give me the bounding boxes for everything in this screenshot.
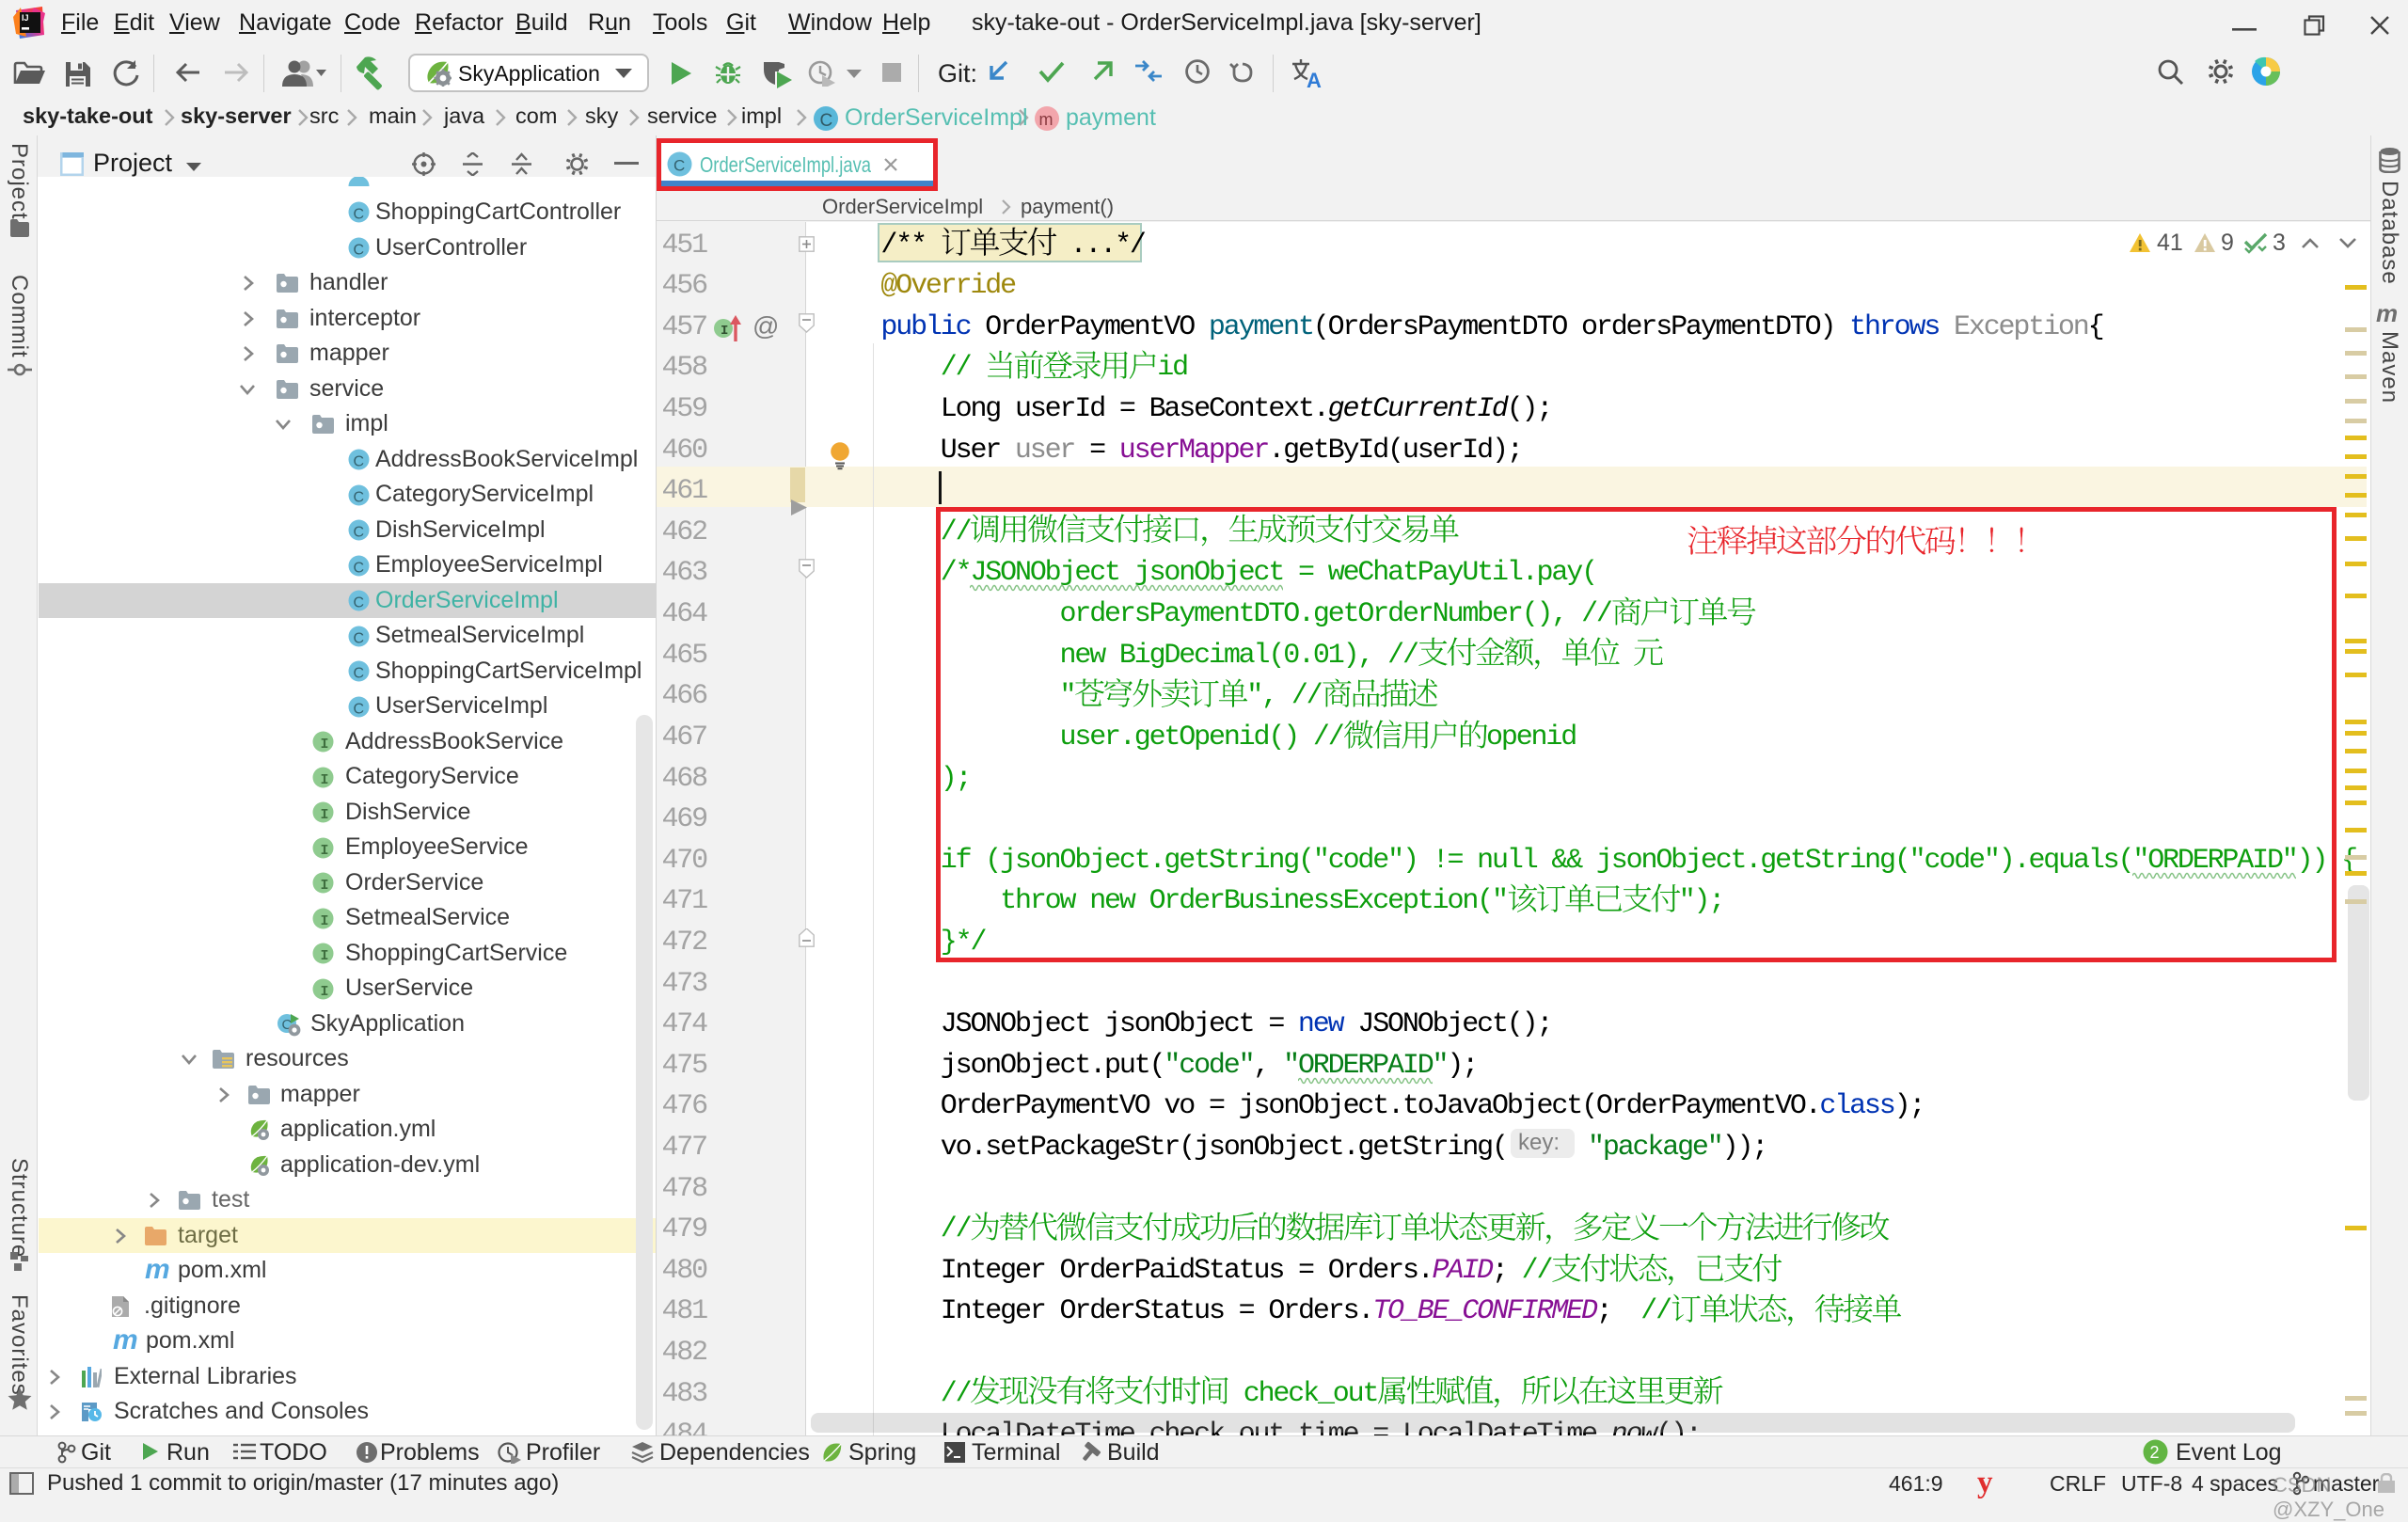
svg-text:2: 2 [2150,1443,2160,1462]
svg-text:C: C [820,111,833,131]
svg-text:I: I [321,948,329,964]
svg-text:I: I [721,324,728,339]
svg-text:C: C [354,595,365,611]
svg-text:I: I [321,878,329,894]
svg-text:I: I [321,984,329,1000]
svg-text:I: I [321,913,329,929]
svg-text:C: C [354,631,365,647]
svg-text:C: C [354,490,365,506]
svg-text:I: I [321,843,329,859]
svg-text:I: I [321,737,329,753]
svg-text:I: I [321,807,329,823]
svg-text:C: C [354,525,365,541]
svg-text:C: C [354,702,365,718]
svg-text:A: A [1307,69,1322,90]
svg-text:IJ: IJ [22,13,29,23]
svg-text:C: C [354,666,365,682]
svg-text:I: I [321,772,329,788]
svg-text:C: C [354,243,365,259]
svg-text:C: C [354,454,365,470]
svg-text:C: C [354,207,365,223]
svg-text:m: m [1039,110,1054,129]
svg-text:C: C [354,561,365,577]
